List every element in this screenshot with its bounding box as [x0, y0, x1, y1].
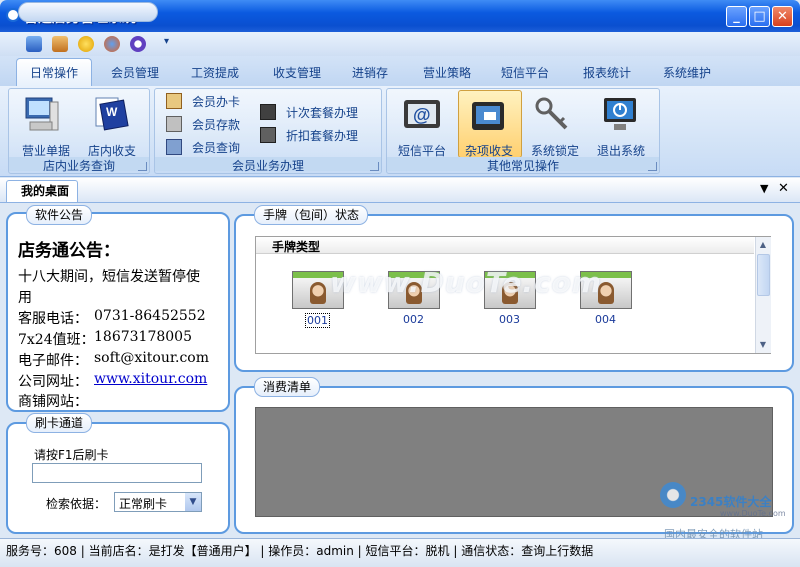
card-input[interactable] [32, 463, 202, 483]
tab-members[interactable]: 会员管理 [100, 62, 170, 84]
room-type-header: 手牌类型 [272, 240, 321, 254]
discount-package-icon [260, 127, 276, 143]
phone-value: 0731-86452552 [94, 308, 206, 324]
receipt-computer-icon [25, 97, 59, 131]
scroll-thumb[interactable] [757, 254, 770, 296]
close-tab-icon[interactable]: ✕ [778, 181, 789, 196]
sms-at-icon: @ [404, 100, 440, 128]
notice-line1: 十八大期间，短信发送暂停使 [18, 269, 200, 285]
search-by-label: 检索依据： [46, 497, 107, 511]
tab-wages[interactable]: 工资提成 [180, 62, 250, 84]
person-icon [310, 282, 326, 304]
site-link[interactable]: www.xitour.com [94, 371, 207, 387]
consume-panel-title: 消费清单 [254, 377, 321, 397]
quick-access-pill [18, 2, 158, 22]
pen-icon[interactable] [52, 36, 68, 52]
scroll-up-icon[interactable]: ▲ [756, 238, 770, 252]
status-bar: 服务号：608 | 当前店名：是打发【普通用户】 | 操作员：admin | 短… [0, 538, 800, 567]
tab-strategy[interactable]: 营业策略 [412, 62, 482, 84]
svg-text:W: W [106, 105, 118, 119]
room-label[interactable]: 001 [305, 313, 330, 328]
discount-package-button[interactable]: 折扣套餐办理 [286, 127, 358, 144]
deposit-icon [166, 116, 182, 132]
chevron-down-icon[interactable]: ▼ [185, 493, 201, 511]
book-icon[interactable] [26, 36, 42, 52]
mascot-icon [660, 482, 686, 508]
phone-label: 客服电话： [18, 311, 88, 327]
group-store-label: 店内业务查询 [9, 157, 149, 173]
notice-line2: 用 [18, 290, 32, 306]
group-other-label: 其他常见操作 [387, 157, 659, 173]
my-desktop-tab[interactable]: 我的桌面 [6, 180, 78, 202]
lock-keys-icon [535, 97, 568, 130]
logo-2345: 2345软件大全 [690, 495, 772, 509]
dialog-launcher-icon[interactable] [648, 162, 657, 171]
exit-monitor-icon [604, 98, 636, 130]
room-label[interactable]: 002 [403, 313, 424, 326]
site-label: 公司网址： [18, 374, 88, 390]
room-label[interactable]: 003 [499, 313, 520, 326]
cash-register-icon [472, 102, 504, 130]
email-label: 电子邮件： [18, 353, 88, 369]
scroll-down-icon[interactable]: ▼ [756, 338, 770, 352]
smile-icon[interactable] [78, 36, 94, 52]
query-icon [166, 139, 182, 155]
email-value: soft@xitour.com [94, 350, 210, 366]
tab-sms[interactable]: 短信平台 [490, 62, 560, 84]
room-label[interactable]: 004 [595, 313, 616, 326]
search-by-value: 正常刷卡 [119, 497, 168, 511]
status-text: 服务号：608 | 当前店名：是打发【普通用户】 | 操作员：admin | 短… [6, 544, 594, 558]
member-query-button[interactable]: 会员查询 [192, 139, 240, 156]
shop-label: 商铺网站： [18, 394, 88, 410]
close-button[interactable]: ✕ [772, 6, 793, 27]
tab-daily[interactable]: 日常操作 [16, 62, 92, 84]
minimize-button[interactable]: _ [726, 6, 747, 27]
desktop-tabbar [0, 178, 800, 203]
dropdown-icon[interactable]: ▼ [760, 182, 768, 195]
word-document-icon: W [95, 97, 129, 131]
tab-maintenance[interactable]: 系统维护 [652, 62, 722, 84]
maximize-button[interactable]: □ [749, 6, 770, 27]
qat-customize-icon[interactable]: ▾ [164, 36, 169, 47]
svg-text:@: @ [413, 105, 431, 125]
duty-label: 7x24值班： [18, 332, 95, 348]
duty-value: 18673178005 [94, 329, 192, 345]
room-status-title: 手牌（包间）状态 [254, 205, 369, 225]
count-package-icon [260, 104, 276, 120]
count-package-button[interactable]: 计次套餐办理 [286, 104, 358, 121]
tab-inventory[interactable]: 进销存 [340, 62, 400, 84]
tab-reports[interactable]: 报表统计 [572, 62, 642, 84]
firefox-icon[interactable] [104, 36, 120, 52]
tab-finance[interactable]: 收支管理 [262, 62, 332, 84]
member-deposit-button[interactable]: 会员存款 [192, 116, 240, 133]
member-card-button[interactable]: 会员办卡 [192, 93, 240, 110]
search-by-select[interactable]: 正常刷卡 ▼ [114, 492, 202, 512]
quick-access-toolbar [0, 32, 800, 56]
room-type-header-bg [256, 237, 754, 254]
card-prompt: 请按F1后刷卡 [34, 448, 109, 462]
group-member-label: 会员业务办理 [155, 157, 381, 173]
watermark-text: www.DuoTe.com [330, 266, 602, 299]
card-panel-title: 刷卡通道 [26, 413, 93, 433]
dialog-launcher-icon[interactable] [138, 162, 147, 171]
circle-icon[interactable] [130, 36, 146, 52]
dialog-launcher-icon[interactable] [370, 162, 379, 171]
notice-heading: 店务通公告： [18, 241, 120, 261]
card-icon [166, 93, 182, 109]
notice-panel-title: 软件公告 [26, 205, 93, 225]
logo-url: www.DuoTe.com [720, 509, 786, 518]
